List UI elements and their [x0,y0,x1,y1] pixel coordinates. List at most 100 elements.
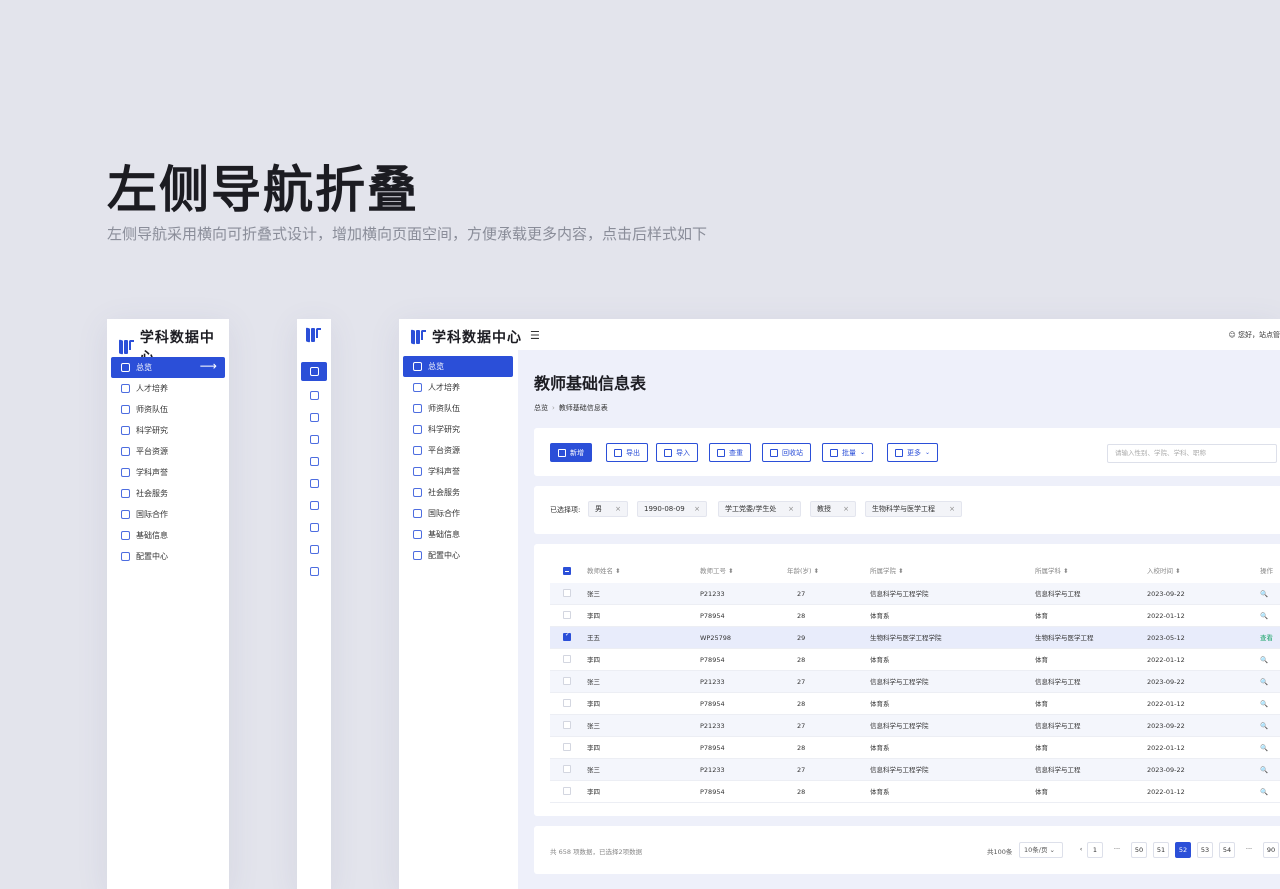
page-button[interactable]: 90 [1263,842,1279,858]
row-checkbox[interactable] [563,765,571,773]
row-checkbox[interactable] [563,677,571,685]
recycle-bin-button[interactable]: 回收站 [762,443,811,462]
column-header[interactable]: 年龄(岁) ⬍ [787,561,819,581]
sidebar-item-overview[interactable]: 总览 [403,356,513,377]
sidebar-item-reputation[interactable]: 学科声誉 [403,461,513,482]
sidebar-item-overview[interactable]: 总览 ⟶ [111,357,225,378]
table-row[interactable]: 李四 P78954 28 体育系 体育 2022-01-12 🔍 [550,649,1280,671]
sidebar-item-research[interactable]: 科学研究 [111,420,225,441]
search-icon[interactable]: 🔍 [1260,671,1268,693]
sidebar-item-research[interactable]: 科学研究 [403,419,513,440]
column-header[interactable]: 入校时间 ⬍ [1147,561,1181,581]
sidebar-item-basic-info[interactable]: 基础信息 [403,524,513,545]
table-row[interactable]: 张三 P21233 27 信息科学与工程学院 信息科学与工程 2023-09-22 🔍 [550,715,1280,737]
collapsed-item-research[interactable] [301,428,327,450]
page-button[interactable]: 51 [1153,842,1169,858]
column-header[interactable]: 所属学院 ⬍ [870,561,904,581]
select-all-checkbox[interactable] [563,567,571,575]
sidebar-item-basic-info[interactable]: 基础信息 [111,525,225,546]
filter-chip[interactable]: 1990-08-09 × [637,501,707,517]
collapsed-item-config[interactable] [301,560,327,582]
close-icon[interactable]: × [615,505,621,513]
collapsed-item-platform[interactable] [301,450,327,472]
filter-chip[interactable]: 学工党委/学生处 × [718,501,801,517]
row-checkbox[interactable] [563,787,571,795]
collapsed-item-overview[interactable] [301,362,327,381]
table-row[interactable]: 张三 P21233 27 信息科学与工程学院 信息科学与工程 2023-09-22 🔍 [550,759,1280,781]
arrow-right-icon[interactable]: ⟶ [200,359,217,373]
close-icon[interactable]: × [843,505,849,513]
collapsed-item-talent[interactable] [301,384,327,406]
sidebar-item-talent[interactable]: 人才培养 [403,377,513,398]
batch-button[interactable]: 批量 ⌄ [822,443,874,462]
close-icon[interactable]: × [788,505,794,513]
page-size-select[interactable]: 10条/页 ⌄ [1019,842,1063,858]
logo-icon[interactable] [306,327,322,343]
table-row[interactable]: 李四 P78954 28 体育系 体育 2022-01-12 🔍 [550,605,1280,627]
collapsed-item-faculty[interactable] [301,406,327,428]
sidebar-item-faculty[interactable]: 师资队伍 [403,398,513,419]
sidebar-item-reputation[interactable]: 学科声誉 [111,462,225,483]
collapsed-item-social[interactable] [301,494,327,516]
filter-chip[interactable]: 教授 × [810,501,856,517]
search-icon[interactable]: 🔍 [1260,759,1268,781]
row-checkbox[interactable] [563,655,571,663]
logo[interactable]: 学科数据中心 [411,327,522,347]
breadcrumb-item-home[interactable]: 总览 [534,404,548,412]
sidebar-item-talent[interactable]: 人才培养 [111,378,225,399]
table-row[interactable]: 张三 P21233 27 信息科学与工程学院 信息科学与工程 2023-09-22 🔍 [550,671,1280,693]
search-icon[interactable]: 🔍 [1260,781,1268,803]
close-icon[interactable]: × [694,505,700,513]
menu-toggle-icon[interactable]: ☰ [530,329,540,342]
sidebar-item-platform[interactable]: 平台资源 [111,441,225,462]
row-checkbox[interactable] [563,743,571,751]
import-button[interactable]: 导入 [656,443,698,462]
table-row[interactable]: 张三 P21233 27 信息科学与工程学院 信息科学与工程 2023-09-22 🔍 [550,583,1280,605]
row-checkbox[interactable] [563,721,571,729]
sidebar-item-international[interactable]: 国际合作 [111,504,225,525]
row-checkbox[interactable] [563,631,571,641]
row-checkbox[interactable] [563,699,571,707]
more-button[interactable]: 更多 ⌄ [887,443,939,462]
page-button[interactable]: 53 [1197,842,1213,858]
search-icon[interactable]: 🔍 [1260,737,1268,759]
page-button[interactable]: 50 [1131,842,1147,858]
sidebar-item-config[interactable]: 配置中心 [403,545,513,566]
row-checkbox[interactable] [563,589,571,597]
duplicate-check-button[interactable]: 查重 [709,443,751,462]
column-header[interactable]: 教师工号 ⬍ [700,561,734,581]
user-greeting[interactable]: ☺ 您好，站点管 [1228,330,1280,340]
sidebar-item-social[interactable]: 社会服务 [403,482,513,503]
search-icon[interactable]: 🔍 [1260,715,1268,737]
add-button[interactable]: 新增 [550,443,592,462]
sidebar-item-international[interactable]: 国际合作 [403,503,513,524]
collapsed-item-basic-info[interactable] [301,538,327,560]
view-link[interactable]: 查看 [1260,627,1273,649]
search-icon[interactable]: 🔍 [1260,693,1268,715]
filter-chip[interactable]: 生物科学与医学工程 × [865,501,962,517]
export-button[interactable]: 导出 [606,443,648,462]
row-checkbox[interactable] [563,611,571,619]
collapsed-item-reputation[interactable] [301,472,327,494]
page-button[interactable]: 54 [1219,842,1235,858]
sidebar-item-social[interactable]: 社会服务 [111,483,225,504]
collapsed-item-international[interactable] [301,516,327,538]
page-button[interactable]: 52 [1175,842,1191,858]
column-header[interactable]: 所属学科 ⬍ [1035,561,1069,581]
filter-chip[interactable]: 男 × [588,501,628,517]
sidebar-item-label: 科学研究 [428,425,460,434]
sidebar-item-platform[interactable]: 平台资源 [403,440,513,461]
table-row[interactable]: 王五 WP25798 29 生物科学与医学工程学院 生物科学与医学工程 2023-05-1… [550,627,1280,649]
search-icon[interactable]: 🔍 [1260,649,1268,671]
column-header[interactable]: 教师姓名 ⬍ [587,561,621,581]
search-icon[interactable]: 🔍 [1260,605,1268,627]
search-input[interactable]: 请输入性别、学院、学科、职称 [1107,444,1277,463]
table-row[interactable]: 李四 P78954 28 体育系 体育 2022-01-12 🔍 [550,737,1280,759]
close-icon[interactable]: × [949,505,955,513]
search-icon[interactable]: 🔍 [1260,583,1268,605]
sidebar-item-faculty[interactable]: 师资队伍 [111,399,225,420]
sidebar-item-config[interactable]: 配置中心 [111,546,225,567]
page-button[interactable]: 1 [1087,842,1103,858]
table-row[interactable]: 李四 P78954 28 体育系 体育 2022-01-12 🔍 [550,781,1280,803]
table-row[interactable]: 李四 P78954 28 体育系 体育 2022-01-12 🔍 [550,693,1280,715]
